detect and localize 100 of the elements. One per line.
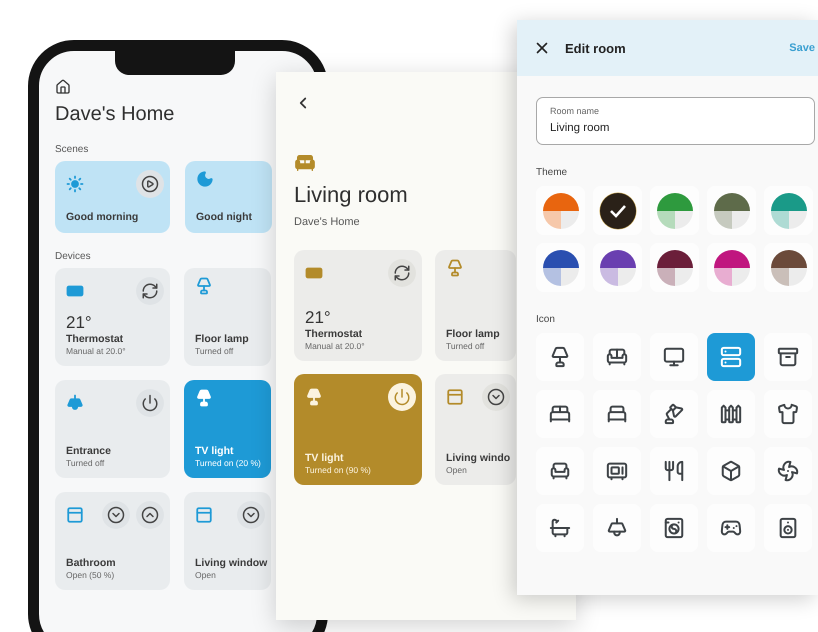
cutlery-icon <box>663 460 685 482</box>
device-card[interactable]: Living window Open <box>184 492 271 590</box>
device-status: Turned off <box>195 346 234 356</box>
drawer-icon <box>777 346 799 368</box>
shirt-icon <box>777 403 799 425</box>
device-card[interactable]: Floor lamp Turned off <box>184 268 271 366</box>
device-status: Manual at 20.0° <box>66 346 126 356</box>
device-name: Living window <box>195 557 268 569</box>
section-label: Theme <box>536 167 568 178</box>
theme-swatch[interactable] <box>764 186 813 235</box>
device-name: Floor lamp <box>195 333 249 345</box>
lamp-icon <box>446 259 464 277</box>
icon-option[interactable] <box>707 504 755 552</box>
theme-swatch[interactable] <box>650 243 699 292</box>
refresh-icon <box>141 282 159 300</box>
chevron-down-icon <box>487 388 505 406</box>
device-status: Turned off <box>66 458 104 468</box>
icon-option[interactable] <box>593 504 641 552</box>
sofa-icon <box>294 152 316 174</box>
device-name: Bathroom <box>66 557 116 569</box>
moon-icon <box>196 170 214 188</box>
screen-title: Dave's Home <box>55 103 174 126</box>
device-card[interactable]: 21° Thermostat Manual at 20.0° <box>55 268 170 366</box>
power-button[interactable] <box>136 389 164 417</box>
device-card[interactable]: Bathroom Open (50 %) <box>55 492 170 590</box>
icon-option[interactable] <box>650 333 698 381</box>
theme-swatch[interactable] <box>764 243 813 292</box>
theme-swatch[interactable] <box>593 243 642 292</box>
device-name: Thermostat <box>66 333 124 345</box>
device-status: Turned off <box>446 341 484 351</box>
refresh-button[interactable] <box>388 259 416 287</box>
lamp-icon <box>195 277 213 295</box>
scene-card[interactable]: Good morning <box>55 161 170 233</box>
fan-icon <box>777 460 799 482</box>
washing-machine-icon <box>663 517 685 539</box>
chevron-down-button[interactable] <box>482 383 510 411</box>
window-blind-icon <box>66 506 84 524</box>
icon-option[interactable] <box>707 390 755 438</box>
icon-option[interactable] <box>764 504 812 552</box>
device-status: Open <box>195 570 216 580</box>
theme-swatch[interactable] <box>593 186 642 235</box>
device-name: Floor lamp <box>446 328 500 340</box>
icon-option[interactable] <box>650 390 698 438</box>
icon-option[interactable] <box>764 390 812 438</box>
icon-option[interactable] <box>536 504 584 552</box>
device-card[interactable]: Entrance Turned off <box>55 380 170 478</box>
device-card[interactable]: 21° Thermostat Manual at 20.0° <box>294 250 422 361</box>
play-button[interactable] <box>136 170 164 198</box>
window-blind-icon <box>446 388 464 406</box>
device-name: Living windo <box>446 452 510 464</box>
theme-swatch[interactable] <box>707 186 756 235</box>
cabinet-icon <box>720 346 742 368</box>
device-name: TV light <box>305 452 344 464</box>
power-icon <box>393 388 411 406</box>
device-card[interactable]: Living windo Open <box>435 374 516 485</box>
scene-name: Good morning <box>66 211 138 223</box>
theme-swatch[interactable] <box>650 186 699 235</box>
icon-option[interactable] <box>593 447 641 495</box>
refresh-button[interactable] <box>136 277 164 305</box>
chevron-up-icon <box>141 506 159 524</box>
play-icon <box>141 175 159 193</box>
icon-option[interactable] <box>764 333 812 381</box>
section-label: Icon <box>536 314 556 325</box>
section-label: Devices <box>55 251 92 262</box>
chevron-down-button[interactable] <box>102 501 130 529</box>
icon-option[interactable] <box>593 333 641 381</box>
icon-option[interactable] <box>536 447 584 495</box>
refresh-icon <box>393 264 411 282</box>
icon-option[interactable] <box>764 447 812 495</box>
device-name: Entrance <box>66 445 111 457</box>
temperature-reading: 21° <box>305 308 331 328</box>
sofa-icon <box>606 346 628 368</box>
lamp-icon <box>305 388 323 406</box>
chevron-down-button[interactable] <box>237 501 265 529</box>
theme-swatch[interactable] <box>707 243 756 292</box>
icon-option[interactable] <box>536 390 584 438</box>
speaker-icon <box>777 517 799 539</box>
device-status: Open <box>446 465 467 475</box>
window-blind-icon <box>195 506 213 524</box>
icon-option[interactable] <box>650 447 698 495</box>
icon-option[interactable] <box>707 447 755 495</box>
chevron-up-button[interactable] <box>136 501 164 529</box>
icon-option[interactable] <box>536 333 584 381</box>
theme-swatch[interactable] <box>536 243 585 292</box>
power-icon <box>141 394 159 412</box>
chevron-down-icon <box>107 506 125 524</box>
monitor-icon <box>663 346 685 368</box>
bathtub-icon <box>549 517 571 539</box>
theme-swatch[interactable] <box>536 186 585 235</box>
device-status: Turned on (90 %) <box>305 465 371 475</box>
screen-subtitle: Dave's Home <box>294 216 361 228</box>
device-card[interactable]: Floor lamp Turned off <box>435 250 516 361</box>
icon-option[interactable] <box>650 504 698 552</box>
lamp-icon <box>549 346 571 368</box>
ceiling-lamp-icon <box>66 394 84 412</box>
device-name: Thermostat <box>305 328 362 340</box>
armchair-icon <box>549 460 571 482</box>
icon-option[interactable] <box>593 390 641 438</box>
panel-title: Edit room <box>565 40 627 56</box>
scene-card[interactable]: Good night <box>185 161 272 233</box>
